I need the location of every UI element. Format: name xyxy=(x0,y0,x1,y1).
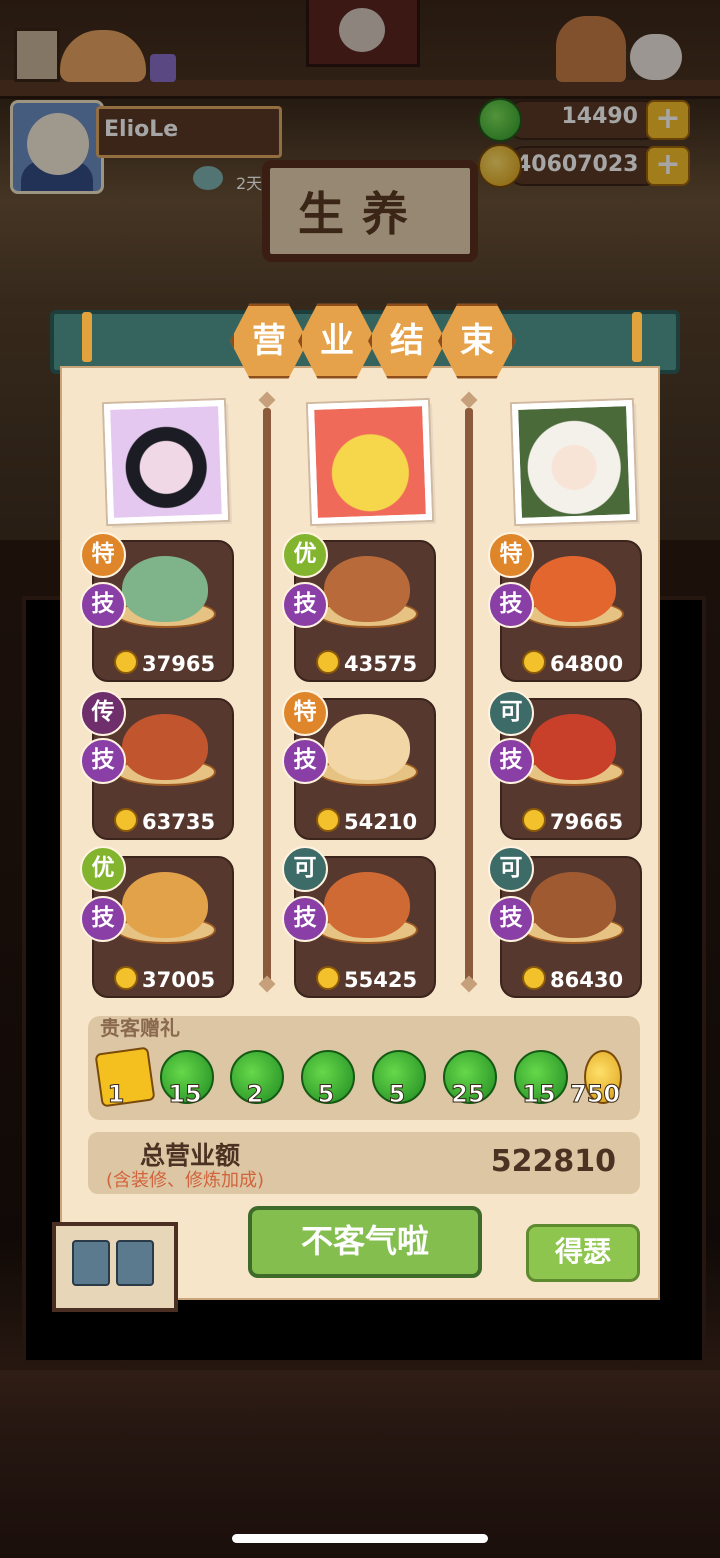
grade-badge: 可 xyxy=(488,690,534,736)
scroll-icon[interactable] xyxy=(116,1240,154,1286)
column-divider-right xyxy=(465,408,473,982)
dish-price: 63735 xyxy=(114,808,232,834)
grade-badge: 优 xyxy=(80,846,126,892)
gift-count: 2 xyxy=(246,1080,264,1109)
column-divider-left xyxy=(263,408,271,982)
skill-badge: 技 xyxy=(80,582,126,628)
clay-pot-icon xyxy=(324,556,410,622)
guest-gift-title: 贵客赠礼 xyxy=(100,1016,180,1040)
grade-badge: 特 xyxy=(282,690,328,736)
gift-count: 15 xyxy=(168,1080,202,1109)
dish-price: 79665 xyxy=(522,808,640,834)
coin-icon xyxy=(316,808,340,832)
total-revenue-value: 522810 xyxy=(490,1144,616,1179)
grade-badge: 可 xyxy=(488,846,534,892)
noodle-crab-icon xyxy=(324,872,410,938)
gift-count: 5 xyxy=(388,1080,406,1109)
grade-badge: 特 xyxy=(488,532,534,578)
dish-price: 64800 xyxy=(522,650,640,676)
side-panel xyxy=(52,1222,178,1312)
dish-price: 55425 xyxy=(316,966,434,992)
skill-badge: 技 xyxy=(488,896,534,942)
gift-count: 750 xyxy=(570,1080,620,1108)
stew-pot-icon xyxy=(530,872,616,938)
coin-icon xyxy=(316,966,340,990)
steamed-bun-icon xyxy=(324,714,410,780)
kuromi-party-portrait xyxy=(103,399,229,525)
confirm-button[interactable]: 不客气啦 xyxy=(248,1206,482,1278)
home-indicator[interactable] xyxy=(232,1534,488,1543)
dish-price: 37005 xyxy=(114,966,232,992)
lobster-bowl-icon xyxy=(530,714,616,780)
dish-price: 54210 xyxy=(316,808,434,834)
skill-badge: 技 xyxy=(80,738,126,784)
coin-icon xyxy=(114,808,138,832)
grade-badge: 特 xyxy=(80,532,126,578)
coin-icon xyxy=(114,966,138,990)
gift-count: 1 xyxy=(107,1080,125,1109)
banner-roll-left xyxy=(82,312,92,362)
skill-badge: 技 xyxy=(80,896,126,942)
scroll-icon[interactable] xyxy=(72,1240,110,1286)
gift-count: 15 xyxy=(522,1080,556,1109)
crab-bowl-icon xyxy=(122,714,208,780)
coin-icon xyxy=(522,808,546,832)
grade-badge: 传 xyxy=(80,690,126,736)
coin-icon xyxy=(522,966,546,990)
coin-icon xyxy=(114,650,138,674)
grade-badge: 可 xyxy=(282,846,328,892)
grade-badge: 优 xyxy=(282,532,328,578)
dish-price: 37965 xyxy=(114,650,232,676)
coin-icon xyxy=(316,650,340,674)
skill-badge: 技 xyxy=(282,738,328,784)
white-hair-girl-portrait xyxy=(511,399,637,525)
total-revenue-note: (含装修、修炼加成) xyxy=(106,1170,265,1191)
hotpot-icon xyxy=(122,556,208,622)
dish-price: 86430 xyxy=(522,966,640,992)
show-off-button[interactable]: 得瑟 xyxy=(526,1224,640,1282)
burger-platter-icon xyxy=(122,872,208,938)
skill-badge: 技 xyxy=(282,582,328,628)
coin-icon xyxy=(522,650,546,674)
banner-roll-right xyxy=(632,312,642,362)
dish-price: 43575 xyxy=(316,650,434,676)
shrimp-plate-icon xyxy=(530,556,616,622)
gift-count: 25 xyxy=(451,1080,485,1109)
chick-portrait xyxy=(307,399,433,525)
skill-badge: 技 xyxy=(282,896,328,942)
skill-badge: 技 xyxy=(488,738,534,784)
gift-count: 5 xyxy=(317,1080,335,1109)
skill-badge: 技 xyxy=(488,582,534,628)
